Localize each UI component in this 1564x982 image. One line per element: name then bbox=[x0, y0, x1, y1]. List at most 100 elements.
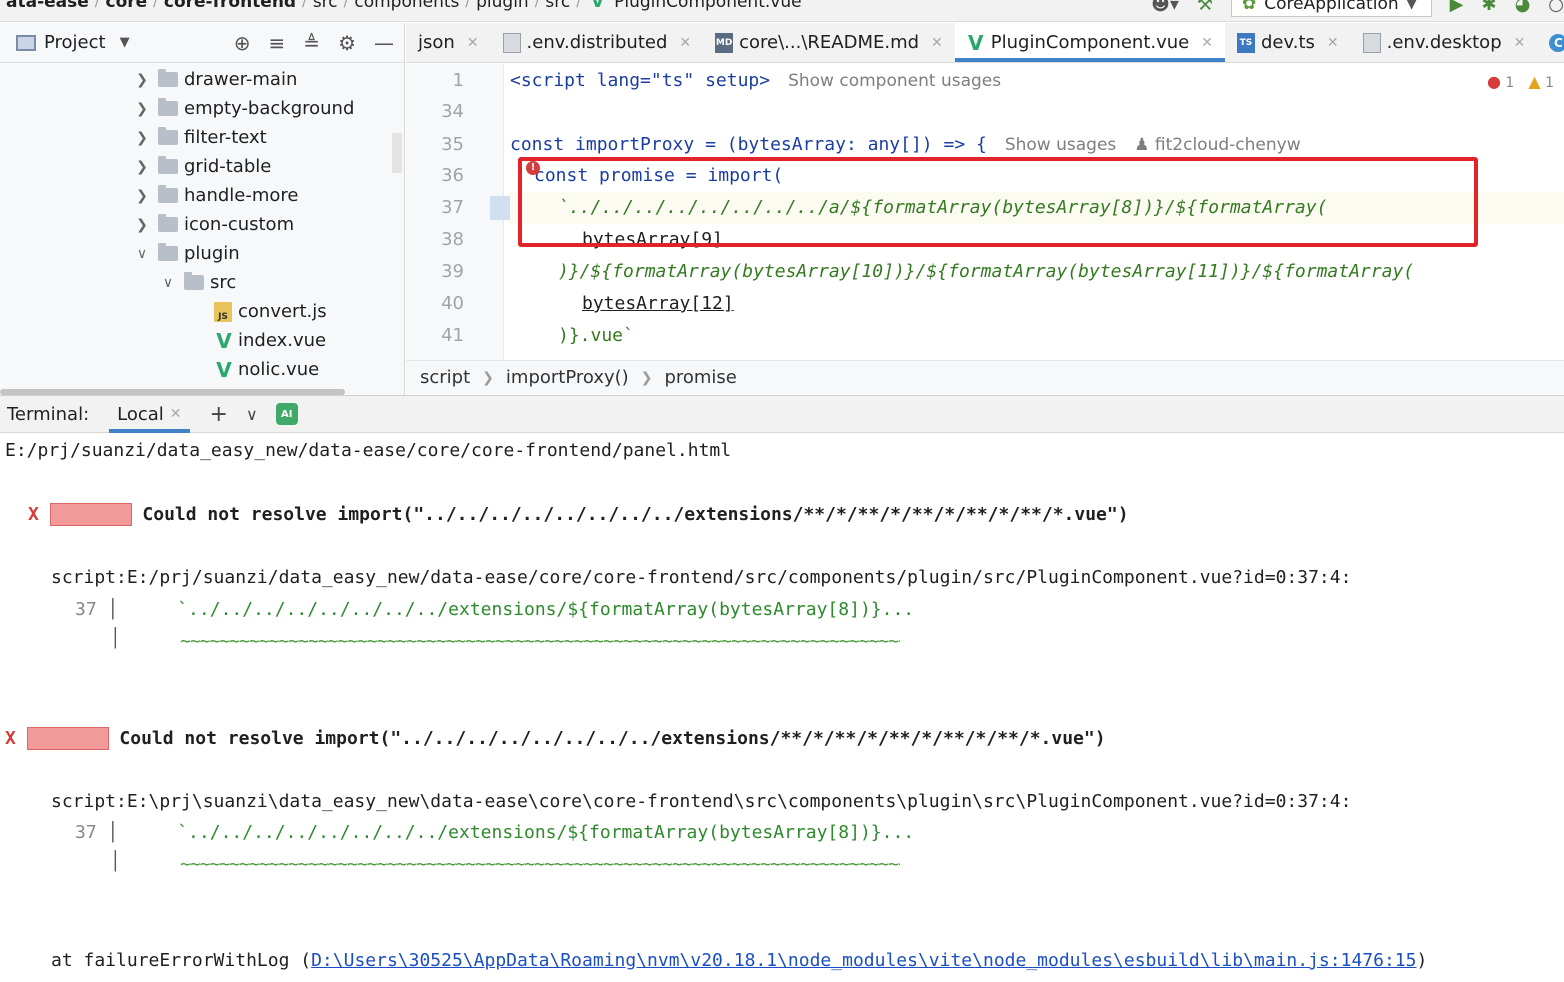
tree-item-grid-table[interactable]: ❯ grid-table bbox=[0, 152, 405, 181]
folder-icon bbox=[158, 127, 178, 145]
chevron-down-icon[interactable]: ∨ bbox=[134, 246, 150, 262]
stack-suffix: ) bbox=[1416, 950, 1428, 971]
crumb-promise[interactable]: promise bbox=[664, 367, 736, 388]
user-icon[interactable]: ☻▾ bbox=[1151, 0, 1179, 15]
tree-item-empty-background[interactable]: ❯ empty-background bbox=[0, 94, 405, 123]
crumb-script[interactable]: script bbox=[420, 367, 470, 388]
tab-label: .env.distributed bbox=[526, 32, 668, 53]
usages-hint[interactable]: Show usages bbox=[1005, 135, 1116, 155]
fold-marker[interactable] bbox=[490, 196, 510, 220]
inspection-status[interactable]: ● 1 ▲ 1 bbox=[1487, 72, 1554, 91]
tree-item-nolic-vue[interactable]: Vnolic.vue bbox=[0, 355, 405, 384]
folder-icon bbox=[158, 214, 178, 232]
close-icon[interactable]: ✕ bbox=[1201, 35, 1213, 51]
tree-item-plugin[interactable]: ∨ plugin bbox=[0, 239, 405, 268]
tree-item-icon-custom[interactable]: ❯ icon-custom bbox=[0, 210, 405, 239]
close-icon[interactable]: ✕ bbox=[1514, 35, 1526, 51]
warning-count[interactable]: ▲ 1 bbox=[1528, 72, 1554, 91]
error-squiggle-1: ~~~~~~~~~~~~~~~~~~~~~~~~~~~~~~~~~~~~~~~~… bbox=[180, 631, 900, 652]
close-icon[interactable]: ✕ bbox=[170, 406, 182, 422]
add-terminal-icon[interactable]: + bbox=[210, 402, 228, 427]
tree-item-label: drawer-main bbox=[184, 69, 298, 90]
run-configuration-select[interactable]: ✿ CoreApplication ▼ bbox=[1231, 0, 1432, 17]
folder-icon bbox=[158, 69, 178, 87]
run-icon[interactable]: ▶ bbox=[1450, 0, 1464, 15]
project-title[interactable]: Project bbox=[44, 32, 106, 53]
component-usages-hint[interactable]: Show component usages bbox=[788, 71, 1001, 91]
crumb-components[interactable]: components bbox=[348, 0, 465, 12]
tree-item-drawer-main[interactable]: ❯ drawer-main bbox=[0, 65, 405, 94]
vertical-scrollbar[interactable] bbox=[392, 133, 402, 173]
debug-icon[interactable]: ✱ bbox=[1481, 0, 1496, 15]
tree-item-label: src bbox=[210, 272, 237, 293]
terminal-tab-local[interactable]: Local ✕ bbox=[109, 395, 190, 433]
snippet-code: `../../../../../../../../extensions/${fo… bbox=[177, 822, 915, 843]
tab-label: core\...\README.md bbox=[739, 32, 920, 53]
tab-json[interactable]: json ✕ bbox=[406, 23, 491, 62]
stack-file-link[interactable]: D:\Users\30525\AppData\Roaming\nvm\v20.1… bbox=[311, 950, 1416, 971]
crumb-file[interactable]: PluginComponent.vue bbox=[608, 0, 807, 12]
profiler-icon[interactable]: ○ bbox=[1548, 0, 1564, 15]
crumb-src[interactable]: src bbox=[307, 0, 344, 12]
close-icon[interactable]: ✕ bbox=[931, 35, 943, 51]
chevron-down-icon[interactable]: ▼ bbox=[120, 35, 130, 50]
gear-icon[interactable]: ⚙ bbox=[338, 31, 356, 55]
close-icon[interactable]: ✕ bbox=[679, 35, 691, 51]
text-file-icon bbox=[1362, 32, 1381, 53]
crumb-src-2[interactable]: src bbox=[539, 0, 576, 12]
terminal-label: Terminal: bbox=[7, 403, 90, 425]
chevron-right-icon[interactable]: ❯ bbox=[134, 72, 150, 88]
close-icon[interactable]: ✕ bbox=[467, 35, 479, 51]
tree-item-index-vue[interactable]: Vindex.vue bbox=[0, 326, 405, 355]
code-line-35: const importProxy = (bytesArray: any[]) … bbox=[510, 129, 1301, 161]
tree-item-label: empty-background bbox=[184, 98, 355, 119]
chevron-right-icon[interactable]: ❯ bbox=[134, 130, 150, 146]
close-icon[interactable]: ✕ bbox=[1327, 35, 1339, 51]
vue-file-icon: V bbox=[216, 328, 232, 353]
tab-more[interactable]: CM bbox=[1537, 23, 1564, 62]
code-editor[interactable]: 1 34 35 36 37 38 39 40 41 <script lang="… bbox=[406, 64, 1564, 360]
chevron-down-icon[interactable]: ∨ bbox=[160, 275, 176, 291]
tab-readme[interactable]: MD core\...\README.md ✕ bbox=[703, 23, 955, 62]
chevron-right-icon[interactable]: ❯ bbox=[134, 159, 150, 175]
tree-item-label: index.vue bbox=[238, 330, 327, 351]
chevron-down-icon[interactable]: ∨ bbox=[246, 405, 258, 424]
error-count[interactable]: ● 1 bbox=[1487, 72, 1514, 91]
tab-env-desktop[interactable]: .env.desktop ✕ bbox=[1351, 23, 1538, 62]
stack-trace-line: at failureErrorWithLog (D:\Users\30525\A… bbox=[51, 950, 1427, 971]
tree-item-handle-more[interactable]: ❯ handle-more bbox=[0, 181, 405, 210]
minimize-icon[interactable]: — bbox=[374, 31, 394, 55]
snippet-bar: │ bbox=[107, 822, 119, 843]
expand-all-icon[interactable]: ≡ bbox=[269, 31, 286, 55]
error-x-icon: X bbox=[28, 504, 50, 525]
collapse-all-icon[interactable]: ≜ bbox=[303, 31, 320, 55]
folder-icon bbox=[158, 156, 178, 174]
chevron-right-icon[interactable]: ❯ bbox=[134, 101, 150, 117]
chevron-right-icon[interactable]: ❯ bbox=[134, 188, 150, 204]
crumb-root[interactable]: ata-ease bbox=[0, 0, 95, 12]
error-snippet-1: 37 │ `../../../../../../../../extensions… bbox=[75, 599, 914, 620]
crumb-import-proxy[interactable]: importProxy() bbox=[506, 367, 629, 388]
error-marker-icon[interactable]: ! bbox=[526, 161, 540, 175]
terminal-output[interactable]: E:/prj/suanzi/data_easy_new/data-ease/co… bbox=[0, 434, 1564, 982]
tree-item-filter-text[interactable]: ❯ filter-text bbox=[0, 123, 405, 152]
chevron-right-icon[interactable]: ❯ bbox=[134, 217, 150, 233]
tab-plugin-component[interactable]: V PluginComponent.vue ✕ bbox=[954, 23, 1226, 62]
snippet-bar-line: │ bbox=[110, 851, 121, 872]
crumb-core[interactable]: core bbox=[100, 0, 154, 12]
crumb-core-frontend[interactable]: core-frontend bbox=[158, 0, 302, 12]
hammer-icon[interactable]: ⚒ bbox=[1197, 0, 1213, 15]
ai-assistant-icon[interactable]: AI bbox=[275, 403, 298, 425]
file-breadcrumb: ata-ease / core / core-frontend / src / comp… bbox=[0, 0, 808, 12]
tab-env-distributed[interactable]: .env.distributed ✕ bbox=[491, 23, 704, 62]
code-area[interactable]: <script lang="ts" setup> Show component u… bbox=[510, 64, 1564, 360]
folder-icon bbox=[158, 98, 178, 116]
code-line-36: const promise = import( bbox=[534, 160, 783, 192]
coverage-icon[interactable]: ◕ bbox=[1515, 0, 1531, 15]
chevron-right-icon: ❯ bbox=[482, 369, 494, 386]
tree-item-src[interactable]: ∨ src bbox=[0, 268, 405, 297]
tree-item-convert-js[interactable]: JS convert.js bbox=[0, 297, 405, 326]
locate-icon[interactable]: ⊕ bbox=[234, 31, 251, 55]
crumb-plugin[interactable]: plugin bbox=[470, 0, 535, 12]
tab-dev-ts[interactable]: TS dev.ts ✕ bbox=[1225, 23, 1351, 62]
